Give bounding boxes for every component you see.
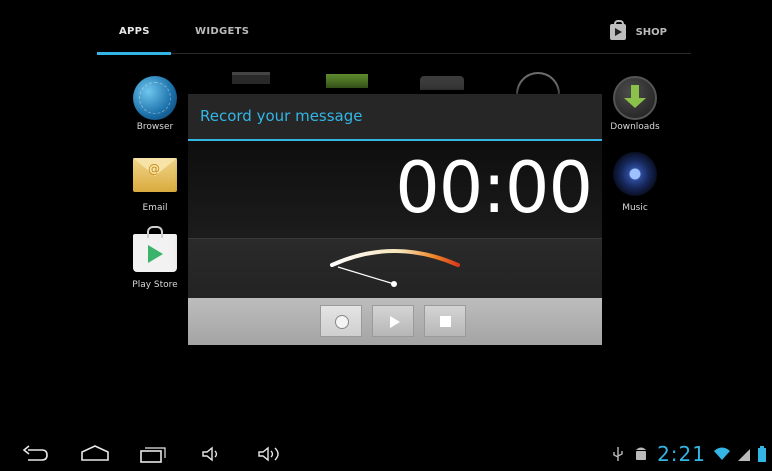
- recent-apps-icon[interactable]: [138, 444, 168, 464]
- dialog-title: Record your message: [200, 107, 363, 125]
- app-label-downloads: Downloads: [610, 122, 660, 132]
- volume-up-icon[interactable]: [256, 444, 286, 464]
- shop-label: SHOP: [635, 26, 667, 38]
- app-browser[interactable]: Browser: [120, 76, 190, 136]
- app-partial-clock-icon: [516, 72, 560, 94]
- app-label-play-store: Play Store: [132, 280, 178, 290]
- record-button[interactable]: [320, 305, 362, 337]
- downloads-icon: [613, 76, 657, 120]
- volume-down-icon[interactable]: [200, 444, 224, 464]
- shop-button[interactable]: SHOP: [609, 20, 667, 42]
- playback-controls: [188, 298, 602, 345]
- dialog-title-bar: Record your message: [188, 94, 602, 141]
- play-button[interactable]: [372, 305, 414, 337]
- email-icon: [133, 158, 177, 192]
- timer-value: 00:00: [395, 147, 593, 229]
- back-icon[interactable]: [20, 444, 50, 464]
- battery-icon: [758, 446, 766, 462]
- timer-display: 00:00: [188, 141, 602, 238]
- app-music[interactable]: Music: [600, 152, 670, 213]
- usb-icon: [613, 447, 623, 461]
- app-label-music: Music: [622, 203, 648, 213]
- tab-apps-indicator: [97, 52, 171, 55]
- home-icon[interactable]: [80, 444, 110, 464]
- signal-icon: [738, 449, 750, 461]
- record-dialog: Record your message 00:00: [188, 94, 602, 345]
- app-play-store[interactable]: Play Store: [120, 226, 190, 290]
- play-store-icon: [133, 226, 177, 272]
- shop-bag-icon: [609, 20, 626, 40]
- stop-button[interactable]: [424, 305, 466, 337]
- status-area: 2:21: [611, 442, 766, 466]
- wifi-icon: [714, 447, 730, 460]
- app-drawer-tabs: APPS WIDGETS SHOP: [97, 18, 691, 55]
- app-email[interactable]: Email: [120, 152, 190, 213]
- clock: 2:21: [657, 442, 706, 466]
- vu-meter-gauge: [330, 249, 460, 287]
- app-partial-icon-1: [232, 72, 270, 84]
- browser-icon: [133, 76, 177, 120]
- app-downloads[interactable]: Downloads: [600, 76, 670, 136]
- app-partial-icon-2: [326, 74, 368, 88]
- tab-widgets[interactable]: WIDGETS: [195, 26, 249, 37]
- system-bar: 2:21: [0, 435, 772, 471]
- android-debug-icon: [636, 447, 647, 460]
- music-icon: [613, 152, 657, 196]
- vu-meter: [188, 238, 602, 298]
- app-label-email: Email: [142, 203, 168, 213]
- app-label-browser: Browser: [136, 122, 174, 132]
- tab-apps[interactable]: APPS: [119, 26, 150, 37]
- app-partial-camera-icon: [420, 76, 464, 90]
